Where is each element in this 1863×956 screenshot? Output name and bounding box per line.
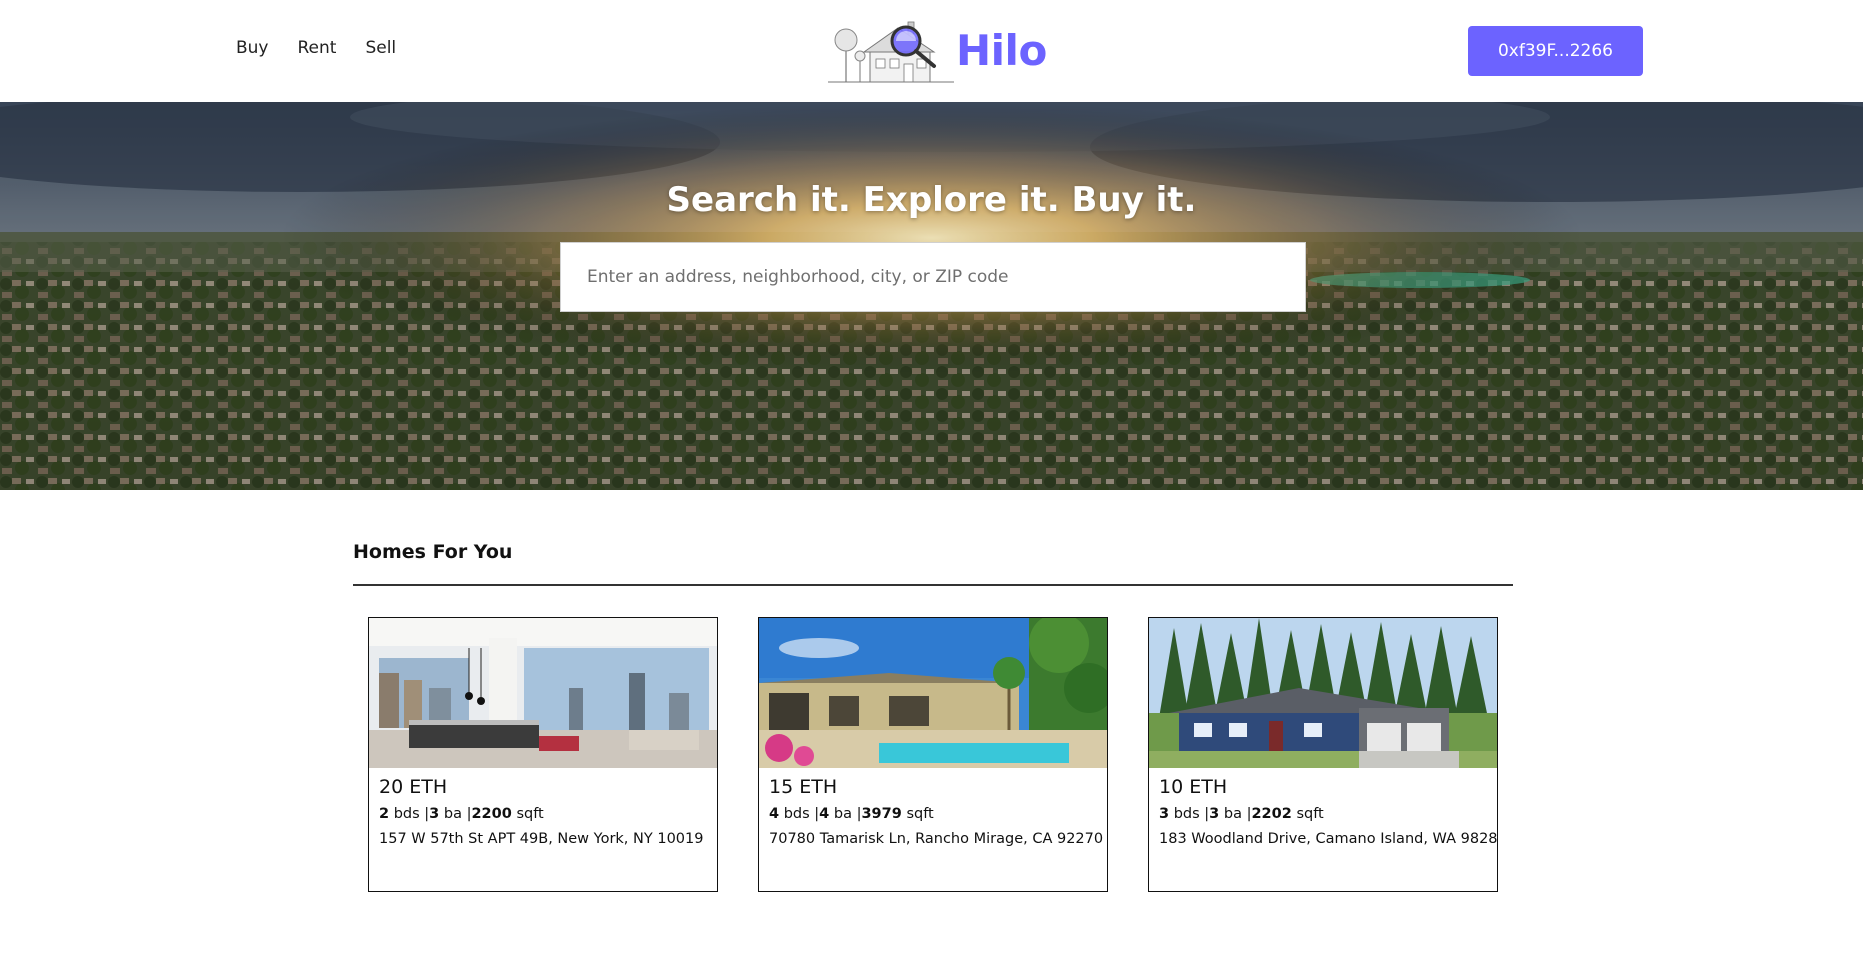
sqft-count: 2200	[471, 806, 512, 822]
beds-count: 2	[379, 806, 390, 822]
nav-link-buy[interactable]: Buy	[236, 38, 269, 58]
nav-link-rent[interactable]: Rent	[298, 38, 337, 58]
beds-label: bds	[1173, 806, 1200, 822]
hero-title: Search it. Explore it. Buy it.	[666, 180, 1197, 220]
home-address: 183 Woodland Drive, Camano Island, WA 98…	[1159, 831, 1498, 847]
section-title: Homes For You	[353, 541, 513, 563]
section-divider	[353, 584, 1513, 586]
brand-logo-link[interactable]: Hilo	[826, 14, 1047, 86]
sqft-label: sqft	[516, 806, 544, 822]
wallet-account-button[interactable]: 0xf39F...2266	[1468, 26, 1643, 76]
sqft-label: sqft	[906, 806, 934, 822]
home-details: 4 bds |4 ba |3979 sqft	[769, 806, 934, 822]
search-box	[560, 242, 1306, 312]
home-card[interactable]: 10 ETH 3 bds |3 ba |2202 sqft 183 Woodla…	[1148, 617, 1498, 892]
home-price: 15 ETH	[769, 776, 838, 798]
brand-name: Hilo	[956, 25, 1047, 75]
home-address: 157 W 57th St APT 49B, New York, NY 1001…	[379, 831, 704, 847]
home-photo-apartment-interior	[369, 618, 717, 768]
baths-label: ba	[1223, 806, 1242, 822]
nav-link-sell[interactable]: Sell	[365, 38, 396, 58]
top-navbar: Buy Rent Sell Hilo 0xf39F...2266	[0, 0, 1863, 102]
home-details: 2 bds |3 ba |2200 sqft	[379, 806, 544, 822]
home-card[interactable]: 15 ETH 4 bds |4 ba |3979 sqft 70780 Tama…	[758, 617, 1108, 892]
home-address: 70780 Tamarisk Ln, Rancho Mirage, CA 922…	[769, 831, 1104, 847]
hero-banner: Search it. Explore it. Buy it.	[0, 102, 1863, 490]
baths-count: 3	[429, 806, 440, 822]
home-card[interactable]: 20 ETH 2 bds |3 ba |2200 sqft 157 W 57th…	[368, 617, 718, 892]
beds-count: 4	[769, 806, 780, 822]
home-photo-desert-house-pool	[759, 618, 1107, 768]
sqft-count: 3979	[861, 806, 902, 822]
baths-label: ba	[443, 806, 462, 822]
beds-label: bds	[783, 806, 810, 822]
nav-links: Buy Rent Sell	[236, 38, 425, 58]
home-price: 10 ETH	[1159, 776, 1228, 798]
beds-label: bds	[393, 806, 420, 822]
home-photo-blue-ranch-house	[1149, 618, 1497, 768]
beds-count: 3	[1159, 806, 1170, 822]
home-details: 3 bds |3 ba |2202 sqft	[1159, 806, 1324, 822]
baths-count: 3	[1209, 806, 1220, 822]
sqft-label: sqft	[1296, 806, 1324, 822]
home-price: 20 ETH	[379, 776, 448, 798]
baths-label: ba	[833, 806, 852, 822]
address-search-input[interactable]	[561, 243, 1305, 311]
baths-count: 4	[819, 806, 830, 822]
house-search-logo-icon	[828, 21, 954, 83]
sqft-count: 2202	[1251, 806, 1292, 822]
